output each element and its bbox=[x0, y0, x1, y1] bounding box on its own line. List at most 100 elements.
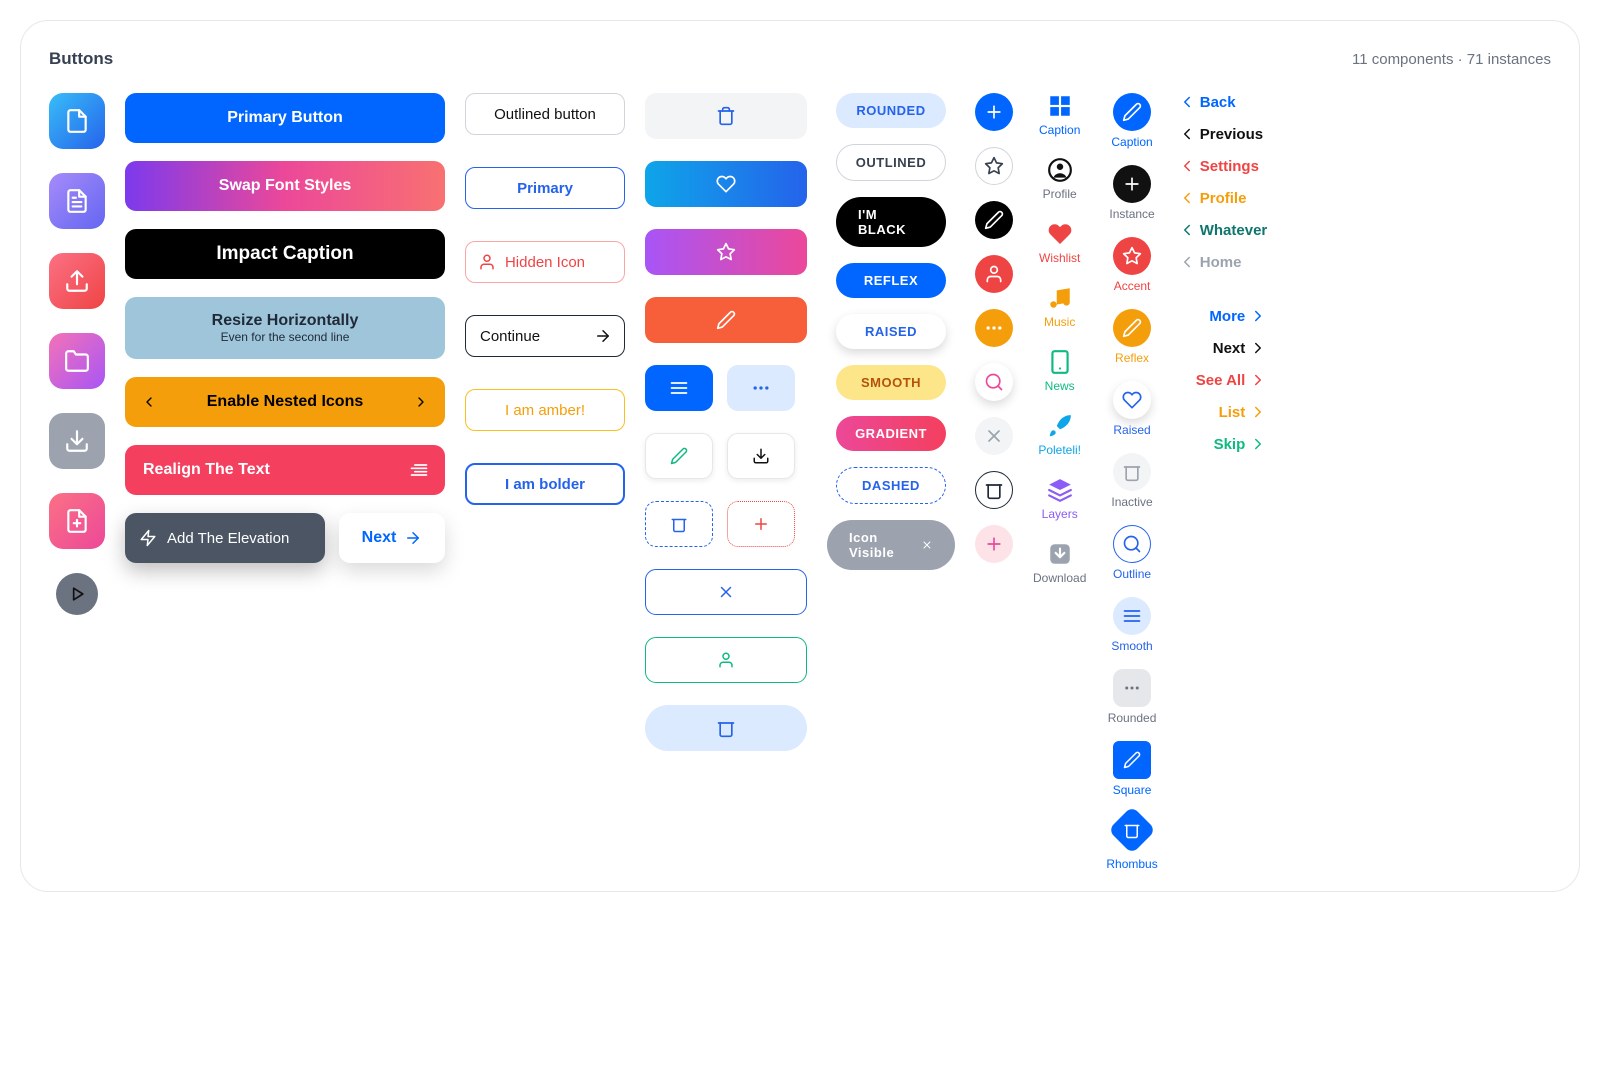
icon-visible-pill[interactable]: Icon Visible bbox=[827, 520, 955, 570]
trash-icon bbox=[716, 718, 736, 738]
swap-font-button[interactable]: Swap Font Styles bbox=[125, 161, 445, 211]
home-link[interactable]: Home bbox=[1178, 253, 1242, 271]
previous-link[interactable]: Previous bbox=[1178, 125, 1263, 143]
caption-inactive[interactable]: Inactive bbox=[1111, 453, 1152, 509]
primary-button[interactable]: Primary Button bbox=[125, 93, 445, 143]
next-button[interactable]: Next bbox=[339, 513, 445, 563]
star-circle[interactable] bbox=[975, 147, 1013, 185]
gradient-pill[interactable]: GRADIENT bbox=[836, 416, 946, 451]
heart-icon bbox=[1122, 390, 1142, 410]
label: Reflex bbox=[1115, 351, 1149, 365]
label: Enable Nested Icons bbox=[207, 393, 364, 411]
rounded-pill[interactable]: ROUNDED bbox=[836, 93, 946, 128]
bolder-button[interactable]: I am bolder bbox=[465, 463, 625, 505]
layers-icon bbox=[1047, 477, 1073, 503]
caption-news[interactable]: News bbox=[1045, 349, 1075, 393]
panel-title: Buttons bbox=[49, 49, 113, 69]
raised-pill[interactable]: RAISED bbox=[836, 314, 946, 349]
user-circle[interactable] bbox=[975, 255, 1013, 293]
next-link[interactable]: Next bbox=[1213, 339, 1268, 357]
download-raised[interactable] bbox=[727, 433, 795, 479]
caption-poleteli[interactable]: Poleteli! bbox=[1038, 413, 1081, 457]
more-bar[interactable] bbox=[727, 365, 795, 411]
resize-button[interactable]: Resize Horizontally Even for the second … bbox=[125, 297, 445, 359]
label: I am bolder bbox=[505, 476, 585, 493]
download-icon-button[interactable] bbox=[49, 413, 105, 469]
trash-dashed[interactable] bbox=[645, 501, 713, 547]
trash-pill[interactable] bbox=[645, 705, 807, 751]
nested-icons-button[interactable]: Enable Nested Icons bbox=[125, 377, 445, 427]
caption-music[interactable]: Music bbox=[1044, 285, 1075, 329]
caption-download[interactable]: Download bbox=[1033, 541, 1086, 585]
plus-circle-soft[interactable] bbox=[975, 525, 1013, 563]
search-circle[interactable] bbox=[975, 363, 1013, 401]
amber-button[interactable]: I am amber! bbox=[465, 389, 625, 431]
edit-raised[interactable] bbox=[645, 433, 713, 479]
hidden-icon-button[interactable]: Hidden Icon bbox=[465, 241, 625, 283]
caption-grid[interactable]: Caption bbox=[1039, 93, 1080, 137]
primary-outlined-button[interactable]: Primary bbox=[465, 167, 625, 209]
smooth-pill[interactable]: SMOOTH bbox=[836, 365, 946, 400]
chevron-right-icon bbox=[1249, 371, 1267, 389]
dots-circle[interactable] bbox=[975, 309, 1013, 347]
continue-button[interactable]: Continue bbox=[465, 315, 625, 357]
more-link[interactable]: More bbox=[1209, 307, 1267, 325]
caption-wishlist[interactable]: Wishlist bbox=[1039, 221, 1080, 265]
settings-link[interactable]: Settings bbox=[1178, 157, 1259, 175]
heart-bar[interactable] bbox=[645, 161, 807, 207]
dashed-pill[interactable]: DASHED bbox=[836, 467, 946, 504]
caption-reflex[interactable]: Reflex bbox=[1113, 309, 1151, 365]
chevron-left-icon bbox=[1178, 221, 1196, 239]
document-icon-button[interactable] bbox=[49, 173, 105, 229]
chevron-left-icon bbox=[141, 394, 157, 410]
caption-outline2[interactable]: Outline bbox=[1113, 525, 1151, 581]
caption-profile[interactable]: Profile bbox=[1043, 157, 1077, 201]
label: Impact Caption bbox=[216, 243, 353, 265]
caption-rounded2[interactable]: Rounded bbox=[1108, 669, 1157, 725]
edit-circle[interactable] bbox=[975, 201, 1013, 239]
edit-bar[interactable] bbox=[645, 297, 807, 343]
caption-raised[interactable]: Raised bbox=[1113, 381, 1151, 437]
plus-icon bbox=[984, 534, 1004, 554]
add-file-icon-button[interactable] bbox=[49, 493, 105, 549]
caption-instance[interactable]: Instance bbox=[1109, 165, 1154, 221]
caption-smooth2[interactable]: Smooth bbox=[1111, 597, 1152, 653]
black-pill[interactable]: I'M BLACK bbox=[836, 197, 946, 247]
elevation-button[interactable]: Add The Elevation bbox=[125, 513, 325, 563]
trash-bar[interactable] bbox=[645, 93, 807, 139]
label: Resize Horizontally bbox=[212, 312, 359, 330]
chevron-left-icon bbox=[1178, 93, 1196, 111]
caption-accent[interactable]: Accent bbox=[1113, 237, 1151, 293]
label: I'M BLACK bbox=[858, 207, 924, 237]
impact-button[interactable]: Impact Caption bbox=[125, 229, 445, 279]
list-link[interactable]: List bbox=[1219, 403, 1268, 421]
reflex-pill[interactable]: REFLEX bbox=[836, 263, 946, 298]
profile-link[interactable]: Profile bbox=[1178, 189, 1247, 207]
caption-caption2[interactable]: Caption bbox=[1111, 93, 1152, 149]
star-bar[interactable] bbox=[645, 229, 807, 275]
seeall-link[interactable]: See All bbox=[1196, 371, 1267, 389]
realign-button[interactable]: Realign The Text bbox=[125, 445, 445, 495]
trash-circle[interactable] bbox=[975, 471, 1013, 509]
menu-bar[interactable] bbox=[645, 365, 713, 411]
caption-layers[interactable]: Layers bbox=[1042, 477, 1078, 521]
caption-rhombus[interactable]: Rhombus bbox=[1106, 813, 1157, 871]
user-icon bbox=[478, 253, 496, 271]
x-circle-grey[interactable] bbox=[975, 417, 1013, 455]
skip-link[interactable]: Skip bbox=[1214, 435, 1268, 453]
label: Inactive bbox=[1111, 495, 1152, 509]
label: Previous bbox=[1200, 126, 1263, 143]
plus-dotted[interactable] bbox=[727, 501, 795, 547]
outlined-pill[interactable]: OUTLINED bbox=[836, 144, 946, 181]
outlined-button[interactable]: Outlined button bbox=[465, 93, 625, 135]
user-outline[interactable] bbox=[645, 637, 807, 683]
upload-icon-button[interactable] bbox=[49, 253, 105, 309]
play-icon-button[interactable] bbox=[56, 573, 98, 615]
x-outline[interactable] bbox=[645, 569, 807, 615]
caption-square[interactable]: Square bbox=[1113, 741, 1152, 797]
plus-circle[interactable] bbox=[975, 93, 1013, 131]
folder-icon-button[interactable] bbox=[49, 333, 105, 389]
whatever-link[interactable]: Whatever bbox=[1178, 221, 1268, 239]
back-link[interactable]: Back bbox=[1178, 93, 1236, 111]
file-icon-button[interactable] bbox=[49, 93, 105, 149]
